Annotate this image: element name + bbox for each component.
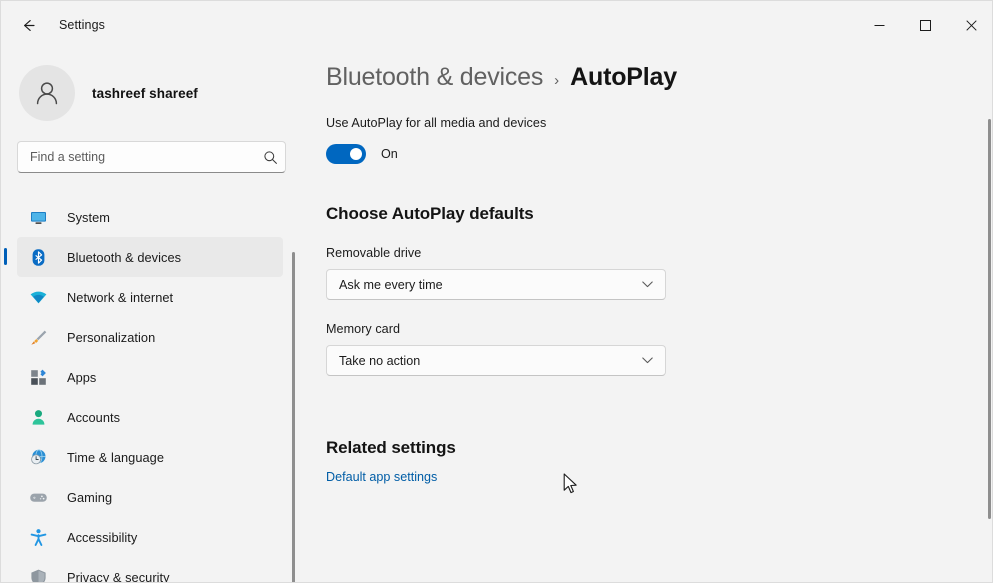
maximize-button[interactable] (902, 1, 948, 49)
defaults-section-heading: Choose AutoPlay defaults (326, 204, 534, 223)
monitor-icon (28, 207, 48, 227)
sidebar-item-label: Personalization (67, 329, 156, 345)
sidebar-item-label: Accessibility (67, 529, 138, 545)
autoplay-toggle-state: On (381, 147, 398, 161)
sidebar-nav: System Bluetooth & devices Network & int… (1, 197, 297, 583)
clock-globe-icon (28, 447, 48, 467)
accessibility-person-icon (28, 527, 48, 547)
back-button[interactable] (11, 10, 45, 40)
sidebar-item-label: Accounts (67, 409, 121, 425)
apps-grid-icon (28, 367, 48, 387)
content-pane: Bluetooth & devices › AutoPlay Use AutoP… (297, 49, 992, 582)
avatar (19, 65, 75, 121)
related-settings-heading: Related settings (326, 438, 456, 457)
sidebar-item-label: System (67, 209, 110, 225)
sidebar-item-label: Privacy & security (67, 569, 170, 583)
memory-card-label: Memory card (326, 322, 401, 336)
close-button[interactable] (948, 1, 992, 49)
search-icon[interactable] (255, 150, 285, 165)
title-bar: Settings (1, 1, 992, 49)
sidebar-item-system[interactable]: System (17, 197, 283, 237)
autoplay-toggle-caption: Use AutoPlay for all media and devices (326, 116, 547, 130)
chevron-down-icon (642, 281, 665, 288)
sidebar: tashreef shareef Find a setting System B… (1, 49, 297, 583)
minimize-button[interactable] (856, 1, 902, 49)
sidebar-item-accounts[interactable]: Accounts (17, 397, 283, 437)
wifi-icon (28, 287, 48, 307)
autoplay-toggle-block: Use AutoPlay for all media and devices O… (326, 116, 992, 164)
content-scrollbar[interactable] (988, 119, 991, 519)
game-controller-icon (28, 487, 48, 507)
sidebar-item-label: Network & internet (67, 289, 174, 305)
toggle-knob (350, 148, 362, 160)
person-avatar-icon (30, 76, 64, 110)
memory-card-dropdown[interactable]: Take no action (326, 345, 666, 376)
default-app-settings-link[interactable]: Default app settings (326, 470, 437, 484)
sidebar-item-label: Time & language (67, 449, 165, 465)
sidebar-item-apps[interactable]: Apps (17, 357, 283, 397)
removable-drive-value: Ask me every time (339, 277, 443, 292)
sidebar-item-network-internet[interactable]: Network & internet (17, 277, 283, 317)
removable-drive-field: Removable drive Ask me every time (326, 246, 992, 300)
sidebar-item-accessibility[interactable]: Accessibility (17, 517, 283, 557)
search-box[interactable] (17, 141, 286, 173)
person-icon (28, 407, 48, 427)
sidebar-item-label: Apps (67, 369, 97, 385)
memory-card-value: Take no action (339, 353, 421, 368)
minimize-icon (874, 20, 885, 31)
profile-name: tashreef shareef (92, 85, 198, 101)
sidebar-item-gaming[interactable]: Gaming (17, 477, 283, 517)
close-icon (965, 19, 977, 31)
settings-window: Settings tashreef shareef Find a setting… (0, 0, 993, 583)
autoplay-toggle-row: On (326, 144, 992, 164)
sidebar-scrollbar[interactable] (292, 252, 295, 582)
chevron-right-icon: › (554, 72, 560, 89)
bluetooth-icon (28, 247, 48, 267)
removable-drive-dropdown[interactable]: Ask me every time (326, 269, 666, 300)
removable-drive-label: Removable drive (326, 246, 422, 260)
window-controls (856, 1, 992, 49)
maximize-icon (919, 19, 931, 31)
sidebar-item-bluetooth-devices[interactable]: Bluetooth & devices (4, 237, 283, 277)
sidebar-item-privacy-security[interactable]: Privacy & security (17, 557, 283, 583)
user-profile[interactable]: tashreef shareef (1, 49, 297, 125)
breadcrumb-parent[interactable]: Bluetooth & devices (326, 63, 543, 92)
shield-icon (28, 567, 48, 582)
selection-indicator (4, 248, 7, 265)
breadcrumb: Bluetooth & devices › AutoPlay (326, 63, 992, 92)
sidebar-item-label: Gaming (67, 489, 113, 505)
search-input[interactable] (18, 150, 255, 164)
sidebar-item-time-language[interactable]: Time & language (17, 437, 283, 477)
sidebar-item-personalization[interactable]: Personalization (17, 317, 283, 357)
sidebar-item-label: Bluetooth & devices (67, 249, 182, 265)
paintbrush-icon (28, 327, 48, 347)
memory-card-field: Memory card Take no action (326, 322, 992, 376)
autoplay-toggle-switch[interactable] (326, 144, 366, 164)
chevron-down-icon (642, 357, 665, 364)
page-title: AutoPlay (570, 63, 677, 91)
back-arrow-icon (20, 17, 37, 34)
app-title: Settings (59, 18, 105, 32)
